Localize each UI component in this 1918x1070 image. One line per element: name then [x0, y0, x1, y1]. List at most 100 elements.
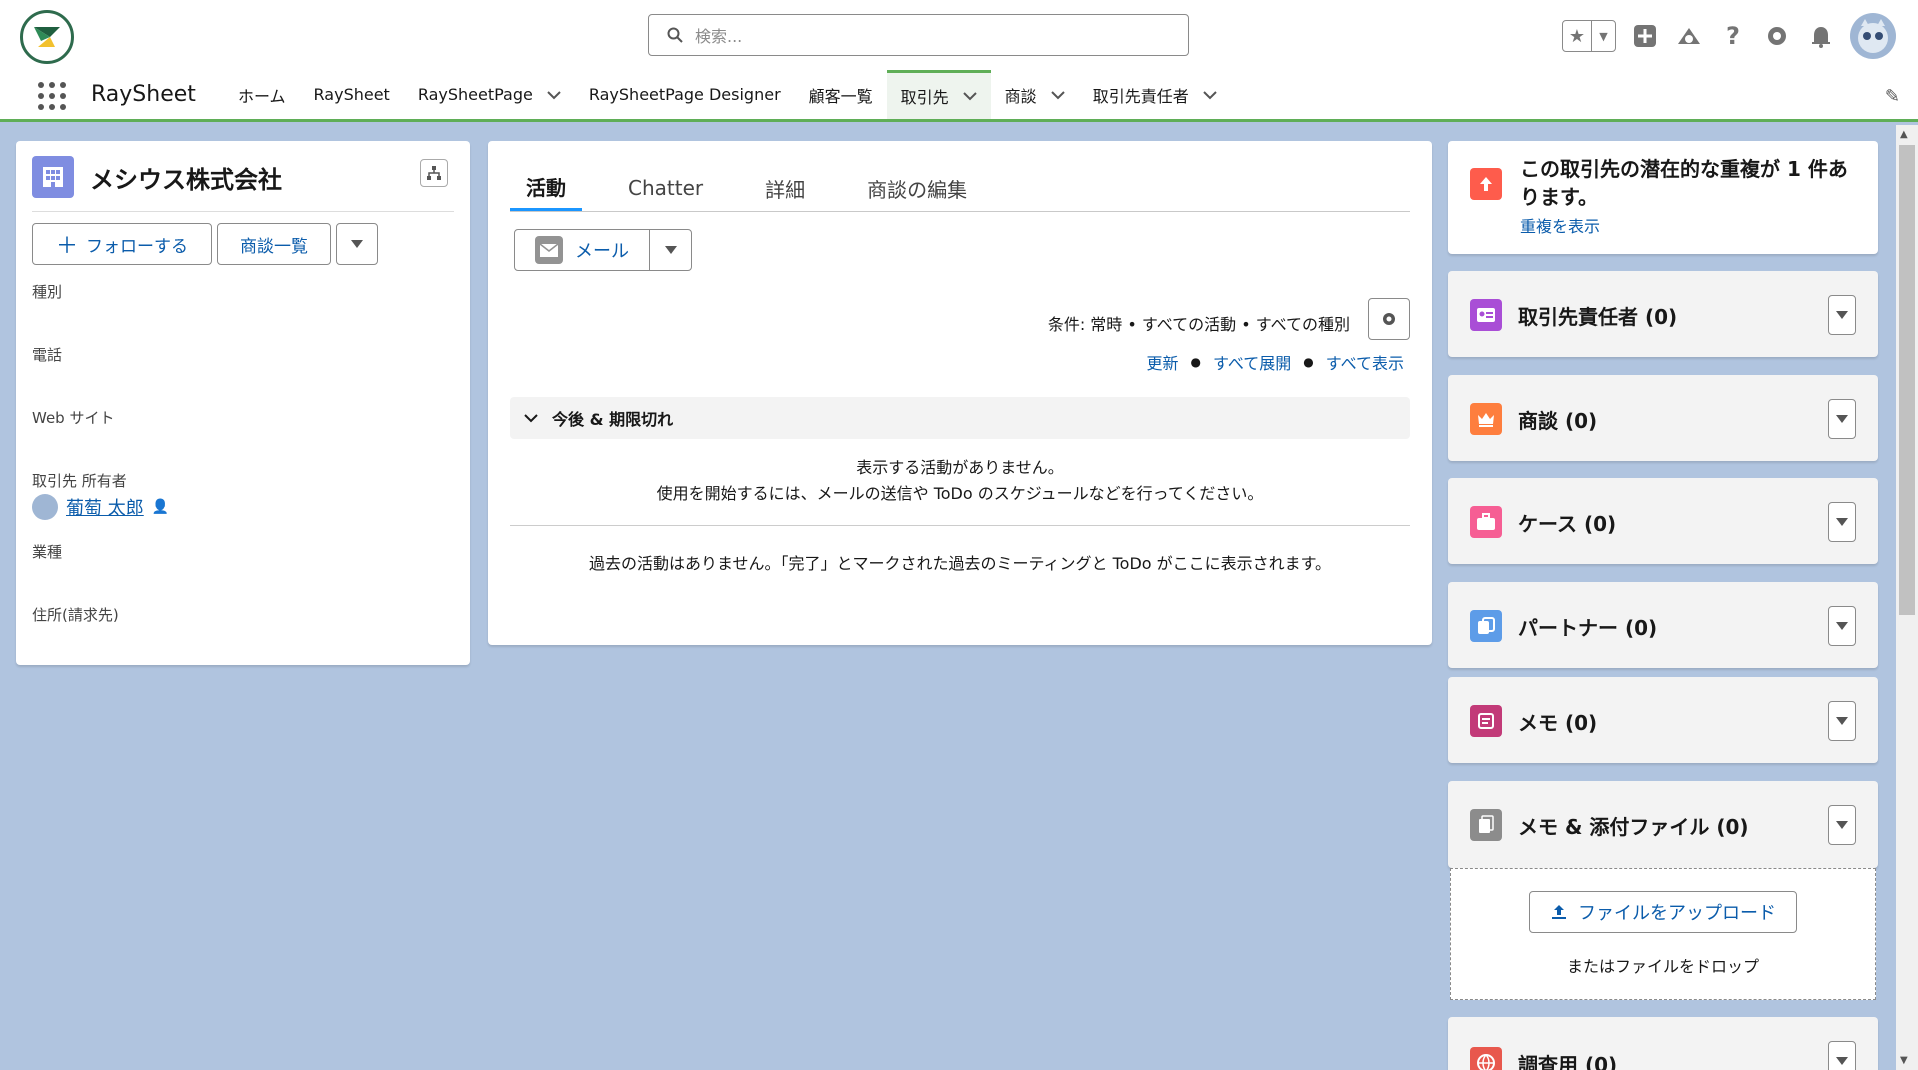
help-icon[interactable]: ?: [1718, 21, 1748, 51]
chevron-down-icon: [524, 414, 538, 423]
nav-item-raysheetpage[interactable]: RaySheetPage: [404, 70, 575, 119]
refresh-link[interactable]: 更新: [1147, 350, 1179, 374]
email-icon: [535, 236, 563, 264]
app-launcher-icon[interactable]: [38, 82, 66, 110]
bell-icon[interactable]: [1806, 21, 1836, 51]
related-notes-title[interactable]: メモ (0): [1518, 707, 1597, 736]
file-icon: [1470, 809, 1502, 841]
trailhead-icon[interactable]: [1674, 21, 1704, 51]
star-icon[interactable]: ★: [1563, 21, 1591, 51]
owner-link[interactable]: 葡萄 太郎: [66, 494, 144, 520]
field-type-label: 種別: [32, 283, 63, 301]
related-partners-menu[interactable]: [1828, 606, 1856, 646]
scrollbar-thumb[interactable]: [1899, 145, 1915, 615]
nav-item-customer-list[interactable]: 顧客一覧: [795, 70, 887, 119]
header-divider: [32, 211, 454, 212]
duplicate-title: この取引先の潜在的な重複が 1 件あります。: [1520, 157, 1848, 209]
crown-icon: [1470, 403, 1502, 435]
follow-button[interactable]: ＋ フォローする: [32, 223, 212, 265]
related-notes-menu[interactable]: [1828, 701, 1856, 741]
no-past-activity-message: 過去の活動はありません。「完了」とマークされた過去のミーティングと ToDo が…: [588, 554, 1332, 573]
more-actions-button[interactable]: [336, 223, 378, 265]
email-button[interactable]: メール: [515, 230, 649, 270]
owner-avatar: [32, 494, 58, 520]
nav-item-accounts[interactable]: 取引先: [886, 70, 991, 119]
owner-value: 葡萄 太郎 👤: [32, 494, 169, 520]
org-logo[interactable]: [20, 10, 74, 64]
scroll-down-icon[interactable]: ▼: [1900, 1055, 1908, 1066]
related-research-menu[interactable]: [1828, 1041, 1856, 1070]
tab-details[interactable]: 詳細: [749, 165, 821, 211]
user-avatar[interactable]: [1850, 13, 1896, 59]
expand-all-link[interactable]: すべて展開: [1213, 350, 1291, 374]
activity-settings-button[interactable]: [1368, 298, 1410, 340]
related-opportunities-title[interactable]: 商談 (0): [1518, 405, 1597, 434]
email-button-group: メール: [514, 229, 692, 271]
view-duplicates-link[interactable]: 重複を表示: [1520, 213, 1600, 237]
partner-icon: [1470, 610, 1502, 642]
drop-files-text: またはファイルをドロップ: [1566, 957, 1759, 976]
related-research-title[interactable]: 調査用 (0): [1518, 1049, 1617, 1070]
related-opportunities-menu[interactable]: [1828, 399, 1856, 439]
related-attachments-menu[interactable]: [1828, 805, 1856, 845]
note-icon: [1470, 705, 1502, 737]
past-divider: [510, 525, 1410, 526]
chevron-down-icon[interactable]: [547, 88, 561, 102]
separator-dot: ●: [1190, 355, 1202, 369]
page-scrollbar[interactable]: ▲ ▼: [1896, 125, 1918, 1070]
file-drop-zone[interactable]: ファイルをアップロード またはファイルをドロップ: [1450, 868, 1876, 1000]
related-cases-title[interactable]: ケース (0): [1518, 508, 1616, 537]
nav-item-raysheetpage-designer[interactable]: RaySheetPage Designer: [575, 70, 795, 119]
show-all-link[interactable]: すべて表示: [1326, 350, 1404, 374]
upload-files-button[interactable]: ファイルをアップロード: [1529, 891, 1797, 933]
upcoming-overdue-section[interactable]: 今後 & 期限切れ: [510, 397, 1410, 439]
nav-item-opportunities[interactable]: 商談: [991, 70, 1079, 119]
caret-down-icon: [1836, 622, 1848, 630]
related-partners-title[interactable]: パートナー (0): [1518, 612, 1657, 641]
favorites-group[interactable]: ★ ▼: [1562, 20, 1616, 52]
global-header: 検索... ★ ▼ ?: [0, 0, 1918, 70]
activity-card: 活動 Chatter 詳細 商談の編集 メール 条件: 常時 • すべての活動 …: [488, 141, 1432, 645]
chevron-down-icon[interactable]: [1050, 88, 1065, 102]
chevron-down-icon[interactable]: [962, 89, 977, 103]
upload-icon: [1552, 905, 1566, 919]
global-search-input[interactable]: 検索...: [648, 14, 1189, 56]
no-activity-message: 表示する活動がありません。 使用を開始するには、メールの送信や ToDo のスケ…: [656, 458, 1264, 503]
field-website-label: Web サイト: [32, 409, 115, 427]
record-actions: ＋ フォローする 商談一覧: [32, 223, 378, 265]
chevron-down-icon[interactable]: ▼: [1591, 21, 1615, 51]
related-cases-menu[interactable]: [1828, 502, 1856, 542]
nav-items: ホーム RaySheet RaySheetPage RaySheetPage D…: [224, 70, 1231, 119]
pencil-icon[interactable]: ✎: [1885, 86, 1900, 107]
hierarchy-icon: [427, 166, 441, 180]
change-owner-icon[interactable]: 👤: [152, 499, 169, 515]
chevron-down-icon[interactable]: [1202, 88, 1217, 102]
email-more-button[interactable]: [649, 230, 691, 270]
app-name: RaySheet: [91, 82, 196, 107]
related-contacts-title[interactable]: 取引先責任者 (0): [1518, 301, 1677, 330]
opportunity-list-button[interactable]: 商談一覧: [217, 223, 331, 265]
field-industry-label: 業種: [32, 543, 63, 561]
related-opportunities-card: 商談 (0): [1448, 375, 1878, 461]
field-address-label: 住所(請求先): [32, 606, 119, 624]
tab-edit-opportunity[interactable]: 商談の編集: [851, 165, 983, 211]
activity-filter-text: 条件: 常時 • すべての活動 • すべての種別: [1047, 315, 1350, 334]
caret-down-icon: [1836, 518, 1848, 526]
tab-activity[interactable]: 活動: [510, 165, 582, 211]
global-actions-icon[interactable]: [1630, 21, 1660, 51]
record-tabs: 活動 Chatter 詳細 商談の編集: [510, 165, 1410, 212]
activity-links: 更新 ● すべて展開 ● すべて表示: [1147, 350, 1404, 374]
gear-icon[interactable]: [1762, 21, 1792, 51]
scroll-up-icon[interactable]: ▲: [1900, 129, 1908, 140]
caret-down-icon: [1836, 415, 1848, 423]
related-attachments-title[interactable]: メモ & 添付ファイル (0): [1518, 811, 1749, 840]
nav-item-contacts[interactable]: 取引先責任者: [1079, 70, 1231, 119]
tab-chatter[interactable]: Chatter: [612, 165, 719, 211]
nav-item-raysheet[interactable]: RaySheet: [300, 70, 404, 119]
separator-dot: ●: [1303, 355, 1314, 369]
related-contacts-menu[interactable]: [1828, 295, 1856, 335]
hierarchy-button[interactable]: [420, 159, 448, 187]
nav-item-home[interactable]: ホーム: [224, 70, 300, 119]
logo-icon: [34, 27, 60, 47]
related-attachments-card: メモ & 添付ファイル (0): [1448, 781, 1878, 868]
